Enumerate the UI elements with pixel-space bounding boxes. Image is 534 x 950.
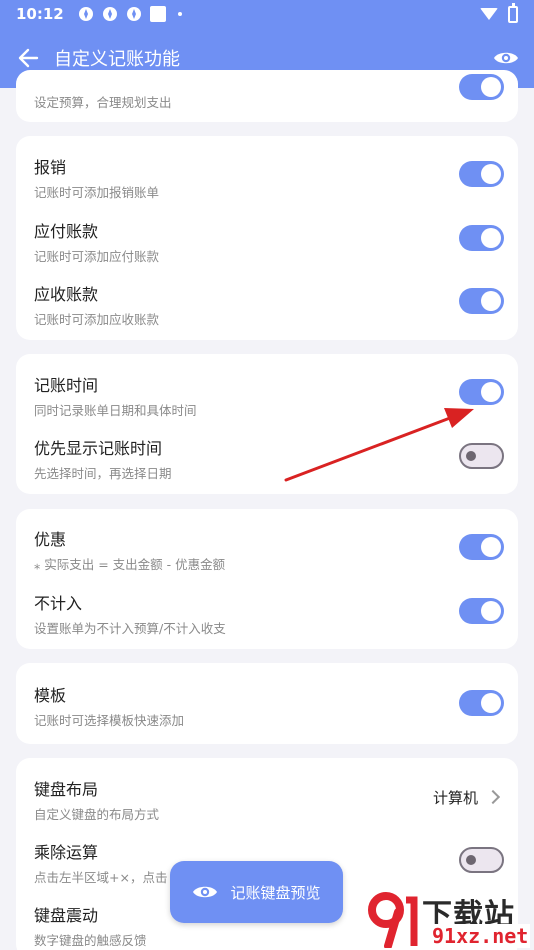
wifi-icon: [480, 8, 498, 20]
setting-sub: 记账时可添加报销账单: [34, 185, 160, 200]
setting-label: 应收账款: [34, 285, 99, 304]
setting-sub: ⁎ 实际支出 = 支出金额 - 优惠金额: [34, 557, 226, 572]
notification-icon: [102, 7, 117, 21]
setting-sub: 记账时可添加应收账款: [34, 312, 160, 327]
setting-sub: 数字键盘的触感反馈: [34, 933, 147, 948]
battery-icon: [508, 2, 518, 23]
toggle-mult-div[interactable]: [459, 847, 504, 873]
card-accounts: 报销 记账时可添加报销账单 应付账款 记账时可添加应付账款 应收账款 记账时可添…: [16, 136, 518, 340]
setting-sub: 设定预算，合理规划支出: [34, 95, 172, 110]
square-icon: [149, 6, 166, 22]
setting-label: 优先显示记账时间: [34, 439, 163, 458]
setting-label: 键盘布局: [34, 780, 99, 799]
setting-label: 模板: [34, 686, 67, 705]
card-time: 记账时间 同时记录账单日期和具体时间 优先显示记账时间 先选择时间，再选择日期: [16, 354, 518, 494]
toggle-receivable[interactable]: [459, 288, 504, 314]
status-time: 10:12: [16, 5, 64, 23]
dot-icon: [177, 12, 182, 16]
setting-sub: 点击左半区域+×，点击: [34, 870, 168, 885]
setting-label: 应付账款: [34, 222, 99, 241]
page-title: 自定义记账功能: [54, 49, 180, 70]
toggle-record-time[interactable]: [459, 379, 504, 405]
eye-icon: [193, 886, 218, 898]
toggle-reimburse[interactable]: [459, 161, 504, 187]
toggle-discount[interactable]: [459, 534, 504, 560]
setting-label: 优惠: [34, 530, 67, 549]
setting-sub: 先选择时间，再选择日期: [34, 466, 172, 481]
toggle-budget[interactable]: [459, 74, 504, 100]
keyboard-preview-button[interactable]: 记账键盘预览: [170, 861, 343, 923]
chevron-right-icon: [485, 789, 501, 805]
card-discount: 优惠 ⁎ 实际支出 = 支出金额 - 优惠金额 不计入 设置账单为不计入预算/不…: [16, 509, 518, 649]
card-template: 模板 记账时可选择模板快速添加: [16, 663, 518, 744]
setting-sub: 设置账单为不计入预算/不计入收支: [34, 621, 226, 636]
setting-label: 键盘震动: [34, 906, 99, 925]
setting-label: 记账时间: [34, 376, 99, 395]
watermark-logo: 下载站 91xz.net: [362, 888, 534, 950]
logo-icon: [368, 892, 418, 948]
toggle-payable[interactable]: [459, 225, 504, 251]
setting-sub: 记账时可选择模板快速添加: [34, 713, 185, 728]
keyboard-layout-value: 计算机: [432, 789, 478, 807]
toggle-template[interactable]: [459, 690, 504, 716]
setting-label: 报销: [34, 158, 67, 177]
toggle-show-time-first[interactable]: [459, 443, 504, 469]
setting-sub: 自定义键盘的布局方式: [34, 807, 160, 822]
keyboard-preview-label: 记账键盘预览: [230, 883, 321, 902]
setting-label: 乘除运算: [34, 843, 99, 862]
status-bar: 10:12: [0, 0, 534, 28]
setting-sub: 同时记录账单日期和具体时间: [34, 403, 197, 418]
toggle-exclude[interactable]: [459, 598, 504, 624]
card-budget: 设定预算，合理规划支出: [16, 70, 518, 122]
setting-label: 不计入: [34, 594, 83, 613]
notification-icons: [78, 6, 182, 22]
notification-icon: [78, 7, 93, 21]
watermark-url: 91xz.net: [430, 924, 531, 948]
notification-icon: [126, 7, 141, 21]
setting-sub: 记账时可添加应付账款: [34, 249, 160, 264]
